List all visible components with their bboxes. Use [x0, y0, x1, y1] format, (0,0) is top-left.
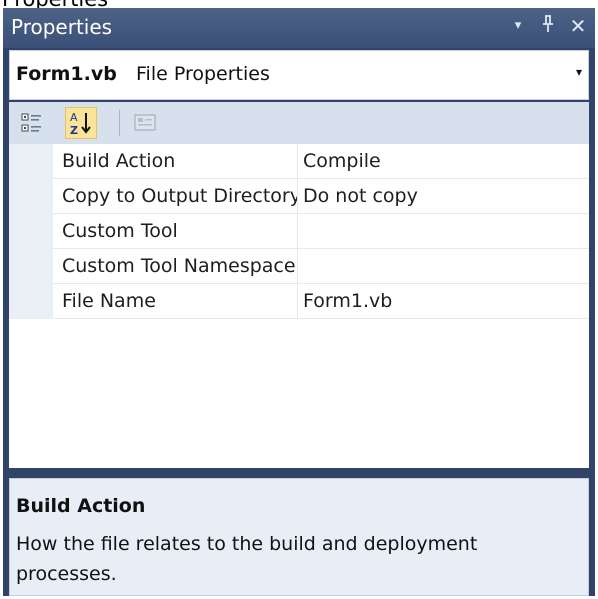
svg-text:Z: Z	[70, 124, 78, 137]
description-text: How the file relates to the build and de…	[16, 533, 478, 585]
property-value[interactable]: Compile	[298, 144, 589, 179]
row-gutter	[9, 144, 53, 179]
close-icon[interactable]: ✕	[567, 12, 589, 40]
description-pane: Build Action How the file relates to the…	[9, 478, 589, 596]
property-name: File Name	[53, 284, 298, 319]
alphabetical-button[interactable]: A Z	[65, 107, 97, 139]
property-value[interactable]: Form1.vb	[298, 284, 589, 319]
pin-icon-glyph	[543, 15, 553, 32]
window-controls: ▾ ✕	[507, 12, 589, 40]
property-row[interactable]: Copy to Output Directory Do not copy	[9, 179, 589, 214]
property-pages-button[interactable]	[129, 107, 161, 139]
property-name: Custom Tool Namespace	[53, 249, 298, 284]
property-row[interactable]: Custom Tool Namespace	[9, 249, 589, 284]
property-row[interactable]: File Name Form1.vb	[9, 284, 589, 319]
property-row[interactable]: Build Action Compile	[9, 144, 589, 179]
description-title: Build Action	[16, 495, 146, 517]
property-name: Custom Tool	[53, 214, 298, 249]
row-gutter	[9, 249, 53, 284]
toolbar-separator	[119, 110, 120, 136]
property-value[interactable]	[298, 249, 589, 284]
window-title-bar[interactable]: Properties ▾ ✕	[3, 8, 595, 48]
property-value[interactable]	[298, 214, 589, 249]
dropdown-arrow-icon[interactable]: ▾	[507, 12, 529, 40]
categorized-button[interactable]	[17, 107, 49, 139]
window-title: Properties	[11, 15, 113, 39]
property-row[interactable]: Custom Tool	[9, 214, 589, 249]
property-name: Copy to Output Directory	[53, 179, 298, 214]
properties-toolbar: A Z	[9, 102, 589, 144]
categorized-icon	[21, 113, 41, 132]
alphabetical-sort-icon: A Z	[70, 111, 91, 137]
row-gutter	[9, 284, 53, 319]
object-selector-dropdown[interactable]: Form1.vb File Properties ▾	[9, 50, 589, 100]
properties-window: Properties ▾ ✕ Form1.vb File Properties …	[3, 8, 595, 596]
property-grid: Build Action Compile Copy to Output Dire…	[9, 144, 589, 468]
chevron-down-icon[interactable]: ▾	[576, 65, 582, 79]
selected-object-name: Form1.vb	[16, 63, 117, 85]
row-gutter	[9, 179, 53, 214]
property-name: Build Action	[53, 144, 298, 179]
svg-text:A: A	[70, 111, 78, 124]
property-pages-icon	[134, 114, 156, 131]
row-gutter	[9, 214, 53, 249]
pin-icon[interactable]	[537, 12, 559, 40]
property-value[interactable]: Do not copy	[298, 179, 589, 214]
selected-object-type: File Properties	[136, 63, 270, 85]
